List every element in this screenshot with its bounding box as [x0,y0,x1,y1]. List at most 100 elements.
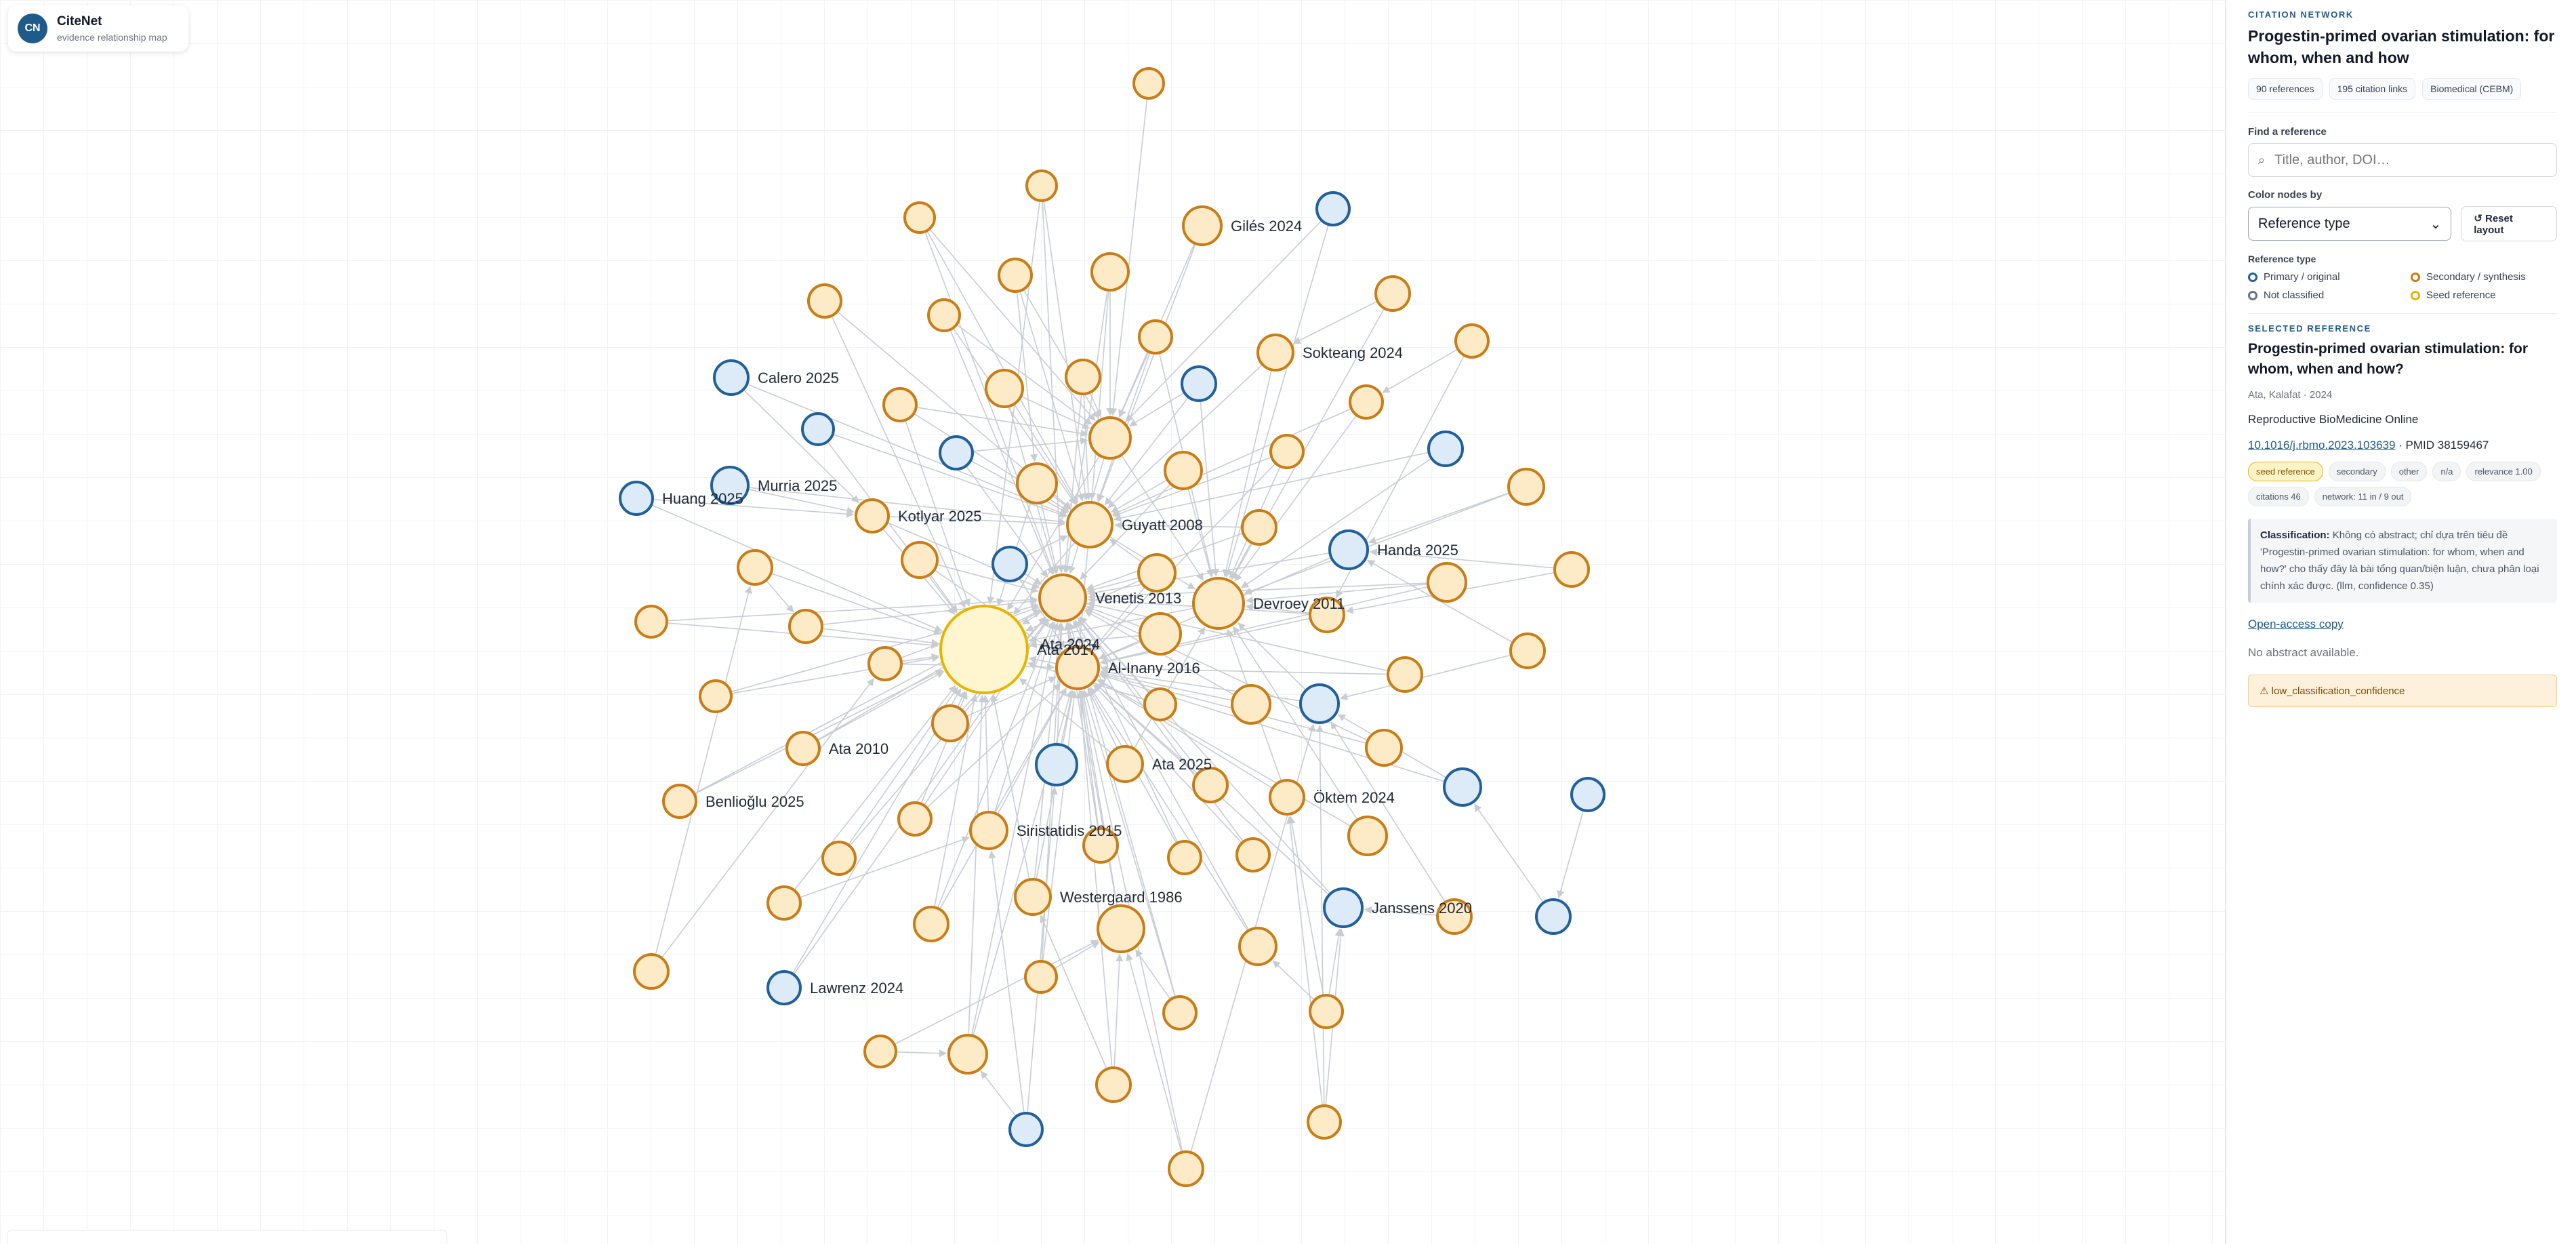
primary-reference-node[interactable] [801,412,835,446]
secondary-reference-node[interactable] [1256,334,1294,372]
primary-reference-node[interactable] [1443,767,1482,807]
seed-reference-node[interactable] [939,605,1029,694]
secondary-reference-node[interactable] [903,201,936,234]
node-label: Benlioğlu 2025 [706,793,804,810]
search-input[interactable] [2273,151,2520,169]
color-by-select[interactable]: Reference type ⌄ [2248,207,2452,241]
primary-reference-node[interactable] [1181,365,1217,402]
secondary-reference-node[interactable] [867,646,903,681]
secondary-reference-node[interactable] [1347,816,1388,856]
primary-reference-node[interactable] [1570,777,1606,812]
secondary-reference-node[interactable] [1095,1066,1132,1103]
primary-reference-node[interactable] [991,546,1028,582]
secondary-reference-node[interactable] [785,731,821,766]
secondary-reference-node[interactable] [1164,451,1203,490]
secondary-reference-node[interactable] [788,609,823,644]
secondary-reference-node[interactable] [863,1035,897,1068]
secondary-reference-node[interactable] [855,498,890,534]
secondary-reference-node[interactable] [1309,994,1344,1029]
primary-reference-node[interactable] [1328,529,1369,570]
secondary-reference-node[interactable] [1454,323,1490,359]
secondary-reference-node[interactable] [1507,468,1545,506]
secondary-reference-node[interactable] [897,801,933,837]
primary-reference-node[interactable] [1323,887,1364,928]
secondary-reference-node[interactable] [821,841,857,876]
secondary-reference-node[interactable] [737,549,773,586]
primary-reference-node[interactable] [1315,191,1351,226]
secondary-reference-node[interactable] [807,283,842,319]
secondary-reference-node[interactable] [1132,67,1165,100]
secondary-reference-node[interactable] [882,387,918,422]
secondary-reference-node[interactable] [1509,633,1546,669]
secondary-reference-node[interactable] [1138,319,1173,355]
secondary-reference-node[interactable] [1307,1104,1342,1140]
secondary-reference-node[interactable] [1139,612,1182,656]
secondary-reference-node[interactable] [662,784,697,819]
secondary-reference-node[interactable] [931,704,969,742]
secondary-reference-node[interactable] [1387,656,1423,693]
secondary-reference-node[interactable] [913,906,949,942]
secondary-reference-node[interactable] [1374,275,1411,312]
secondary-reference-node[interactable] [766,885,802,921]
search-icon: ⌕ [2258,153,2266,167]
secondary-reference-node[interactable] [1238,927,1277,966]
secondary-reference-node[interactable] [1097,904,1145,953]
primary-reference-node[interactable] [619,481,654,516]
secondary-reference-node[interactable] [985,369,1024,408]
primary-reference-node[interactable] [1299,683,1340,724]
secondary-reference-node[interactable] [1168,1150,1204,1187]
secondary-reference-node[interactable] [1241,509,1277,546]
reset-layout-button[interactable]: ↺ Reset layout [2461,206,2557,241]
secondary-reference-node[interactable] [633,953,670,990]
secondary-reference-node[interactable] [699,679,733,713]
secondary-reference-node[interactable] [1162,995,1198,1030]
citation-edge [1315,724,1325,1105]
primary-reference-node[interactable] [1035,743,1078,786]
citation-edge [1076,690,1113,1067]
secondary-reference-node[interactable] [1182,205,1223,246]
secondary-reference-node[interactable] [1269,779,1305,816]
secondary-reference-node[interactable] [634,605,668,639]
doi-link[interactable]: 10.1016/j.rbmo.2023.103639 [2248,439,2395,452]
secondary-reference-node[interactable] [1025,169,1058,202]
secondary-reference-node[interactable] [1090,252,1130,292]
secondary-reference-node[interactable] [1088,416,1132,460]
primary-reference-node[interactable] [1008,1112,1044,1147]
secondary-reference-node[interactable] [1553,551,1590,588]
primary-reference-node[interactable] [939,435,974,470]
secondary-reference-node[interactable] [1024,960,1058,994]
open-access-link[interactable]: Open-access copy [2248,618,2557,631]
secondary-reference-node[interactable] [1231,684,1271,725]
secondary-reference-node[interactable] [1167,840,1202,875]
secondary-reference-node[interactable] [1137,553,1177,593]
secondary-reference-node[interactable] [1349,384,1384,420]
secondary-reference-node[interactable] [1065,359,1101,395]
secondary-reference-node[interactable] [1269,434,1305,469]
primary-reference-node[interactable] [1535,898,1572,935]
secondary-reference-node[interactable] [969,811,1008,850]
graph-canvas[interactable]: Ata 2017 Gilés 2024 Sokteang 2024 Calero 20… [0,0,2225,1244]
search-box[interactable]: ⌕ [2248,143,2557,177]
primary-reference-node[interactable] [713,359,750,396]
brand-card: CN CiteNet evidence relationship map [8,5,188,52]
secondary-reference-node[interactable] [1066,501,1113,548]
secondary-reference-node[interactable] [901,541,939,579]
secondary-reference-node[interactable] [1192,577,1245,630]
secondary-reference-node[interactable] [1427,562,1467,603]
primary-reference-node[interactable] [766,970,802,1005]
secondary-reference-node[interactable] [1365,729,1403,767]
secondary-reference-node[interactable] [1106,745,1144,783]
secondary-reference-node[interactable] [1038,574,1087,622]
secondary-reference-node[interactable] [998,258,1033,293]
secondary-reference-node[interactable] [927,298,961,332]
citation-graph[interactable]: Ata 2017Gilés 2024Sokteang 2024Calero 20… [0,0,2225,1244]
primary-reference-node[interactable] [1427,430,1464,467]
secondary-reference-node[interactable] [1016,462,1058,504]
secondary-reference-node[interactable] [947,1034,988,1075]
secondary-reference-node[interactable] [1235,837,1271,872]
secondary-reference-node[interactable] [1014,878,1052,916]
secondary-reference-node[interactable] [1143,687,1177,721]
citation-edge [1222,371,1272,578]
secondary-reference-node[interactable] [1192,767,1229,803]
citation-edge [1113,953,1124,1067]
